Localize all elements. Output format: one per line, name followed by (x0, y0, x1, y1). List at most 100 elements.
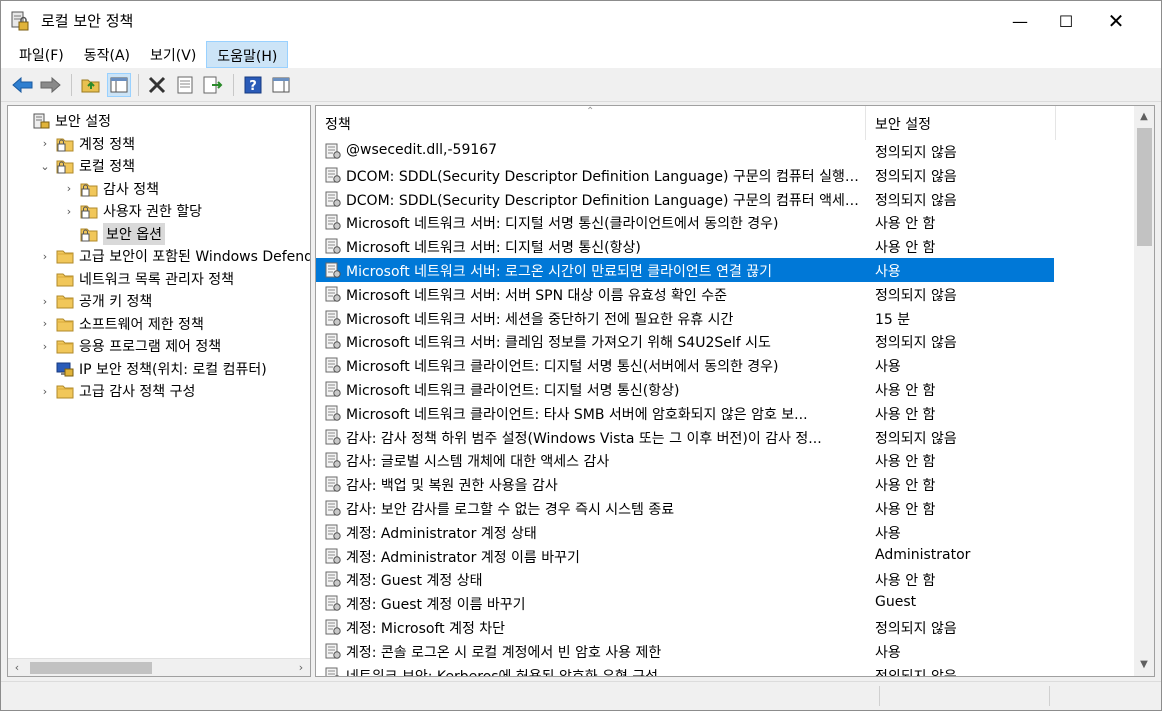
show-hide-tree-icon[interactable] (107, 73, 131, 97)
policy-row[interactable]: 계정: Guest 계정 상태 사용 안 함 (316, 567, 1054, 591)
tree-item[interactable]: › 감사 정책 (62, 178, 159, 200)
expand-toggle-icon[interactable]: › (38, 317, 52, 330)
expand-toggle-icon[interactable]: › (38, 137, 52, 150)
policy-setting-icon (325, 548, 341, 564)
back-icon[interactable] (11, 73, 35, 97)
menu-file[interactable]: 파일(F) (9, 41, 74, 68)
policy-setting-icon (325, 310, 341, 326)
policy-list[interactable]: 정책 ⌃ 보안 설정 @wsecedit.dll,-59167 정의되지 않음 DC… (315, 105, 1155, 677)
policy-row[interactable]: Microsoft 네트워크 서버: 디지털 서명 통신(클라이언트에서 동의한… (316, 210, 1054, 234)
action-pane-icon[interactable] (269, 73, 293, 97)
scroll-left-icon[interactable]: ‹ (8, 659, 26, 676)
export-list-icon[interactable] (201, 73, 225, 97)
tree-item[interactable]: 보안 설정 (14, 110, 111, 132)
tree-item[interactable]: 네트워크 목록 관리자 정책 (38, 268, 234, 290)
list-vertical-scrollbar[interactable]: ▲ ▼ (1134, 106, 1154, 676)
policy-row[interactable]: 계정: Administrator 계정 이름 바꾸기 Administrator (316, 544, 1054, 568)
scrollbar-thumb[interactable] (1137, 128, 1152, 246)
expand-toggle-icon[interactable]: › (62, 205, 76, 218)
policy-row[interactable]: 계정: 콘솔 로그온 시 로컬 계정에서 빈 암호 사용 제한 사용 (316, 639, 1054, 663)
tree-item[interactable]: › 공개 키 정책 (38, 290, 153, 312)
policy-row[interactable]: Microsoft 네트워크 서버: 로그온 시간이 만료되면 클라이언트 연결… (316, 258, 1054, 282)
policy-row[interactable]: Microsoft 네트워크 클라이언트: 타사 SMB 서버에 암호화되지 않… (316, 401, 1054, 425)
policy-setting-icon (325, 167, 341, 183)
toolbar-separator (233, 74, 234, 96)
scroll-up-icon[interactable]: ▲ (1134, 108, 1154, 126)
expand-toggle-icon[interactable]: › (38, 340, 52, 353)
policy-row[interactable]: 감사: 글로벌 시스템 개체에 대한 액세스 감사 사용 안 함 (316, 448, 1054, 472)
maximize-button[interactable]: ☐ (1043, 1, 1089, 41)
policy-row[interactable]: DCOM: SDDL(Security Descriptor Definitio… (316, 163, 1054, 187)
policy-row[interactable]: 감사: 보안 감사를 로그할 수 없는 경우 즉시 시스템 종료 사용 안 함 (316, 496, 1054, 520)
policy-row[interactable]: Microsoft 네트워크 클라이언트: 디지털 서명 통신(항상) 사용 안 … (316, 377, 1054, 401)
tree-item[interactable]: › 사용자 권한 할당 (62, 200, 202, 222)
tree-item[interactable]: › 소프트웨어 제한 정책 (38, 313, 204, 335)
policy-row[interactable]: @wsecedit.dll,-59167 정의되지 않음 (316, 139, 1054, 163)
tree-item-label: 보안 설정 (55, 114, 111, 130)
expand-toggle-icon[interactable]: › (38, 295, 52, 308)
policy-name: DCOM: SDDL(Security Descriptor Definitio… (346, 192, 860, 209)
policy-setting-icon (325, 524, 341, 540)
folder-icon (56, 385, 74, 399)
tree-item[interactable]: IP 보안 정책(위치: 로컬 컴퓨터) (38, 358, 267, 380)
policy-row[interactable]: 계정: Guest 계정 이름 바꾸기 Guest (316, 591, 1054, 615)
tree-item[interactable]: › 계정 정책 (38, 133, 135, 155)
toolbar: ? (1, 68, 1161, 102)
navigation-tree[interactable]: 보안 설정 › 계정 정책 ⌄ 로컬 정책 › 감사 정책 › 사용자 권한 할당 보안 옵션 › 고… (7, 105, 311, 677)
policy-row[interactable]: DCOM: SDDL(Security Descriptor Definitio… (316, 187, 1054, 211)
help-icon[interactable]: ? (241, 73, 265, 97)
tree-item-label: 공개 키 정책 (79, 294, 153, 310)
delete-icon[interactable] (145, 73, 169, 97)
policy-setting-icon (325, 643, 341, 659)
tree-item[interactable]: › 고급 보안이 포함된 Windows Defender (38, 245, 310, 267)
tree-item[interactable]: 보안 옵션 (62, 222, 165, 245)
policy-setting-value: 정의되지 않음 (875, 287, 957, 304)
policy-row[interactable]: Microsoft 네트워크 서버: 디지털 서명 통신(항상) 사용 안 함 (316, 234, 1054, 258)
policy-row[interactable]: 네트워크 보안: Kerberos에 허용된 암호화 유형 구성 정의되지 않음 (316, 663, 1054, 676)
tree-horizontal-scrollbar[interactable]: ‹ › (8, 658, 310, 676)
tree-item-label: 응용 프로그램 제어 정책 (79, 339, 222, 355)
policy-setting-value: Administrator (875, 546, 971, 563)
svg-text:?: ? (249, 79, 257, 94)
scroll-right-icon[interactable]: › (292, 659, 310, 676)
policy-row[interactable]: Microsoft 네트워크 서버: 클레임 정보를 가져오기 위해 S4U2S… (316, 329, 1054, 353)
policy-setting-value: 사용 안 함 (875, 478, 936, 495)
policy-row[interactable]: 감사: 감사 정책 하위 범주 설정(Windows Vista 또는 그 이후… (316, 425, 1054, 449)
policy-row[interactable]: 계정: Microsoft 계정 차단 정의되지 않음 (316, 615, 1054, 639)
expand-toggle-icon[interactable]: › (62, 182, 76, 195)
policy-name: Microsoft 네트워크 서버: 클레임 정보를 가져오기 위해 S4U2S… (346, 335, 771, 352)
policy-name: 계정: Guest 계정 이름 바꾸기 (346, 597, 526, 614)
policy-row[interactable]: 감사: 백업 및 복원 권한 사용을 감사 사용 안 함 (316, 472, 1054, 496)
close-button[interactable]: ✕ (1093, 1, 1139, 41)
toolbar-separator (71, 74, 72, 96)
minimize-button[interactable]: — (997, 1, 1043, 41)
policy-setting-value: 15 분 (875, 311, 911, 328)
scroll-down-icon[interactable]: ▼ (1134, 656, 1154, 674)
menu-action[interactable]: 동작(A) (74, 41, 140, 68)
policy-name: Microsoft 네트워크 서버: 로그온 시간이 만료되면 클라이언트 연결… (346, 264, 773, 280)
expand-toggle-icon[interactable]: › (38, 250, 52, 263)
properties-icon[interactable] (173, 73, 197, 97)
tree-item-label: 네트워크 목록 관리자 정책 (79, 271, 235, 288)
scrollbar-thumb[interactable] (30, 662, 152, 674)
menu-view[interactable]: 보기(V) (140, 41, 206, 68)
policy-name: Microsoft 네트워크 클라이언트: 디지털 서명 통신(항상) (346, 383, 680, 399)
expand-toggle-icon[interactable]: › (38, 385, 52, 398)
column-header-setting[interactable]: 보안 설정 (866, 106, 1056, 140)
tree-item-label: 사용자 권한 할당 (103, 204, 203, 220)
expand-toggle-icon[interactable]: ⌄ (38, 160, 52, 173)
menu-help[interactable]: 도움말(H) (206, 41, 289, 68)
forward-icon[interactable] (38, 73, 62, 97)
window-title: 로컬 보안 정책 (41, 12, 134, 30)
folder-lock-icon (56, 160, 74, 174)
tree-item[interactable]: › 고급 감사 정책 구성 (38, 380, 196, 402)
policy-row[interactable]: Microsoft 네트워크 클라이언트: 디지털 서명 통신(서버에서 동의한… (316, 353, 1054, 377)
policy-setting-value: Guest (875, 594, 917, 611)
policy-row[interactable]: 계정: Administrator 계정 상태 사용 (316, 520, 1054, 544)
up-folder-icon[interactable] (79, 73, 103, 97)
policy-row[interactable]: Microsoft 네트워크 서버: 서버 SPN 대상 이름 유효성 확인 수… (316, 282, 1054, 306)
tree-item[interactable]: ⌄ 로컬 정책 (38, 155, 135, 177)
local-security-policy-window: 로컬 보안 정책 — ☐ ✕ 파일(F) 동작(A) 보기(V) 도움말(H) (0, 0, 1162, 711)
tree-item[interactable]: › 응용 프로그램 제어 정책 (38, 335, 221, 357)
policy-row[interactable]: Microsoft 네트워크 서버: 세션을 중단하기 전에 필요한 유휴 시간… (316, 306, 1054, 330)
